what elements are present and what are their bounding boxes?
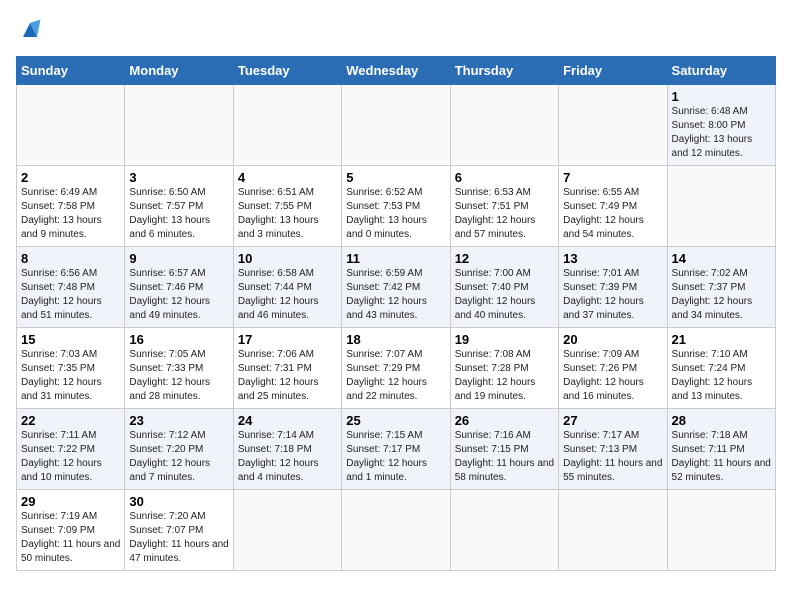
table-row: 7Sunrise: 6:55 AMSunset: 7:49 PMDaylight…: [559, 166, 667, 247]
header-thursday: Thursday: [450, 57, 558, 85]
table-row: 6Sunrise: 6:53 AMSunset: 7:51 PMDaylight…: [450, 166, 558, 247]
table-row: 1Sunrise: 6:48 AMSunset: 8:00 PMDaylight…: [667, 85, 775, 166]
calendar-week-3: 8Sunrise: 6:56 AMSunset: 7:48 PMDaylight…: [17, 247, 776, 328]
header-friday: Friday: [559, 57, 667, 85]
table-row: [450, 85, 558, 166]
table-row: 12Sunrise: 7:00 AMSunset: 7:40 PMDayligh…: [450, 247, 558, 328]
table-row: 8Sunrise: 6:56 AMSunset: 7:48 PMDaylight…: [17, 247, 125, 328]
header-wednesday: Wednesday: [342, 57, 450, 85]
table-row: 15Sunrise: 7:03 AMSunset: 7:35 PMDayligh…: [17, 328, 125, 409]
header-sunday: Sunday: [17, 57, 125, 85]
table-row: 5Sunrise: 6:52 AMSunset: 7:53 PMDaylight…: [342, 166, 450, 247]
table-row: 28Sunrise: 7:18 AMSunset: 7:11 PMDayligh…: [667, 409, 775, 490]
table-row: 23Sunrise: 7:12 AMSunset: 7:20 PMDayligh…: [125, 409, 233, 490]
table-row: 9Sunrise: 6:57 AMSunset: 7:46 PMDaylight…: [125, 247, 233, 328]
logo-icon: [16, 16, 44, 44]
table-row: [233, 490, 341, 571]
table-row: 4Sunrise: 6:51 AMSunset: 7:55 PMDaylight…: [233, 166, 341, 247]
table-row: 20Sunrise: 7:09 AMSunset: 7:26 PMDayligh…: [559, 328, 667, 409]
calendar-week-2: 2Sunrise: 6:49 AMSunset: 7:58 PMDaylight…: [17, 166, 776, 247]
table-row: 27Sunrise: 7:17 AMSunset: 7:13 PMDayligh…: [559, 409, 667, 490]
table-row: 26Sunrise: 7:16 AMSunset: 7:15 PMDayligh…: [450, 409, 558, 490]
table-row: 29Sunrise: 7:19 AMSunset: 7:09 PMDayligh…: [17, 490, 125, 571]
table-row: [17, 85, 125, 166]
table-row: 13Sunrise: 7:01 AMSunset: 7:39 PMDayligh…: [559, 247, 667, 328]
table-row: 10Sunrise: 6:58 AMSunset: 7:44 PMDayligh…: [233, 247, 341, 328]
table-row: [667, 166, 775, 247]
table-row: [125, 85, 233, 166]
page-header: [16, 16, 776, 44]
table-row: 14Sunrise: 7:02 AMSunset: 7:37 PMDayligh…: [667, 247, 775, 328]
table-row: 18Sunrise: 7:07 AMSunset: 7:29 PMDayligh…: [342, 328, 450, 409]
table-row: 24Sunrise: 7:14 AMSunset: 7:18 PMDayligh…: [233, 409, 341, 490]
calendar-header: SundayMondayTuesdayWednesdayThursdayFrid…: [17, 57, 776, 85]
table-row: [667, 490, 775, 571]
table-row: 21Sunrise: 7:10 AMSunset: 7:24 PMDayligh…: [667, 328, 775, 409]
table-row: [342, 490, 450, 571]
calendar-week-5: 22Sunrise: 7:11 AMSunset: 7:22 PMDayligh…: [17, 409, 776, 490]
table-row: 30Sunrise: 7:20 AMSunset: 7:07 PMDayligh…: [125, 490, 233, 571]
table-row: 2Sunrise: 6:49 AMSunset: 7:58 PMDaylight…: [17, 166, 125, 247]
table-row: 16Sunrise: 7:05 AMSunset: 7:33 PMDayligh…: [125, 328, 233, 409]
table-row: 19Sunrise: 7:08 AMSunset: 7:28 PMDayligh…: [450, 328, 558, 409]
table-row: [342, 85, 450, 166]
calendar-week-6: 29Sunrise: 7:19 AMSunset: 7:09 PMDayligh…: [17, 490, 776, 571]
table-row: 22Sunrise: 7:11 AMSunset: 7:22 PMDayligh…: [17, 409, 125, 490]
calendar-week-1: 1Sunrise: 6:48 AMSunset: 8:00 PMDaylight…: [17, 85, 776, 166]
calendar-body: 1Sunrise: 6:48 AMSunset: 8:00 PMDaylight…: [17, 85, 776, 571]
table-row: 17Sunrise: 7:06 AMSunset: 7:31 PMDayligh…: [233, 328, 341, 409]
table-row: 25Sunrise: 7:15 AMSunset: 7:17 PMDayligh…: [342, 409, 450, 490]
table-row: [233, 85, 341, 166]
logo: [16, 16, 48, 44]
calendar-table: SundayMondayTuesdayWednesdayThursdayFrid…: [16, 56, 776, 571]
table-row: [559, 490, 667, 571]
table-row: [559, 85, 667, 166]
header-saturday: Saturday: [667, 57, 775, 85]
calendar-week-4: 15Sunrise: 7:03 AMSunset: 7:35 PMDayligh…: [17, 328, 776, 409]
table-row: [450, 490, 558, 571]
header-monday: Monday: [125, 57, 233, 85]
header-tuesday: Tuesday: [233, 57, 341, 85]
header-row: SundayMondayTuesdayWednesdayThursdayFrid…: [17, 57, 776, 85]
table-row: 11Sunrise: 6:59 AMSunset: 7:42 PMDayligh…: [342, 247, 450, 328]
table-row: 3Sunrise: 6:50 AMSunset: 7:57 PMDaylight…: [125, 166, 233, 247]
